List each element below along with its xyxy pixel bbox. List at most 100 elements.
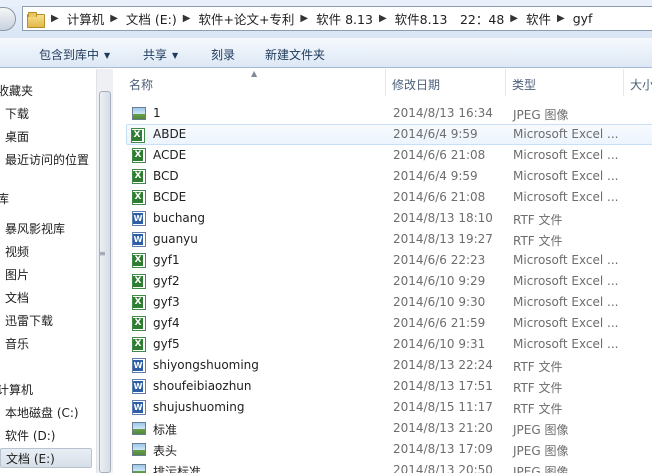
file-row[interactable]: gyf5 2014/6/10 9:31 Microsoft Excel ... [128, 334, 652, 355]
file-type: JPEG 图像 [513, 423, 569, 437]
burn-button[interactable]: 刻录 [211, 46, 235, 63]
file-row[interactable]: ABDE 2014/6/4 9:59 Microsoft Excel ... [126, 124, 652, 145]
breadcrumb-item[interactable]: gyf [573, 11, 593, 26]
rtf-icon [132, 358, 146, 373]
file-row[interactable]: BCD 2014/6/4 9:59 Microsoft Excel ... [128, 166, 652, 187]
folder-icon [27, 11, 45, 28]
breadcrumb-arrow-icon[interactable]: ▶ [110, 13, 118, 24]
file-name: BCD [153, 169, 179, 183]
include-in-library-label: 包含到库中 [39, 48, 100, 62]
nav-item[interactable]: 下载 [5, 105, 29, 122]
file-row[interactable]: ACDE 2014/6/6 21:08 Microsoft Excel ... [128, 145, 652, 166]
file-name: gyf4 [153, 316, 180, 330]
file-date: 2014/8/13 18:10 [393, 211, 493, 225]
breadcrumb-arrow-icon[interactable]: ▶ [557, 13, 565, 24]
nav-group-header[interactable]: 计算机 [0, 381, 33, 398]
nav-item[interactable]: 暴风影视库 [5, 220, 65, 237]
breadcrumb-arrow-icon[interactable]: ▶ [300, 13, 308, 24]
breadcrumb-item[interactable]: 软件8.13 22：48 [395, 9, 505, 28]
file-date: 2014/6/6 21:08 [393, 190, 486, 204]
excel-icon [132, 169, 146, 184]
nav-item[interactable]: 文档 [5, 289, 29, 306]
scrollbar-thumb[interactable] [99, 91, 111, 473]
column-size[interactable]: 大小 [630, 76, 652, 93]
file-type: Microsoft Excel ... [513, 295, 619, 309]
command-bar: 包含到库中 ▼ 共享 ▼ 刻录 新建文件夹 [0, 38, 652, 68]
nav-item[interactable]: 视频 [5, 243, 29, 260]
breadcrumb-item[interactable]: 计算机 [67, 9, 105, 28]
file-row[interactable]: 表头 2014/8/13 17:09 JPEG 图像 [128, 439, 652, 460]
nav-item[interactable]: 桌面 [5, 128, 29, 145]
file-name: gyf3 [153, 295, 180, 309]
column-divider[interactable] [385, 69, 386, 96]
file-row[interactable]: shujushuoming 2014/8/15 11:17 RTF 文件 [128, 397, 652, 418]
nav-item[interactable]: 音乐 [5, 335, 29, 352]
file-list: 1 2014/8/13 16:34 JPEG 图像 ABDE 2014/6/4 9:59… [114, 96, 652, 473]
file-type: RTF 文件 [513, 402, 563, 416]
breadcrumb-arrow-icon[interactable]: ▶ [510, 13, 518, 24]
file-name: shoufeibiaozhun [153, 379, 252, 393]
excel-icon [132, 337, 146, 352]
file-type: JPEG 图像 [513, 108, 569, 122]
column-divider[interactable] [623, 69, 624, 96]
file-row[interactable]: gyf1 2014/6/6 22:23 Microsoft Excel ... [128, 250, 652, 271]
breadcrumb-item[interactable]: 文档 (E:) [126, 9, 177, 28]
nav-item[interactable]: 图片 [5, 266, 29, 283]
excel-icon [131, 128, 145, 143]
column-date[interactable]: 修改日期 [392, 76, 440, 93]
file-date: 2014/8/13 19:27 [393, 232, 493, 246]
column-header-row: ▲ 名称 修改日期 类型 大小 [114, 69, 652, 96]
breadcrumb-arrow-icon[interactable]: ▶ [183, 13, 191, 24]
excel-icon [132, 316, 146, 331]
file-date: 2014/8/13 21:20 [393, 421, 493, 435]
column-divider[interactable] [505, 69, 506, 96]
file-row[interactable]: 排污标准 2014/8/13 20:50 JPEG 图像 [128, 460, 652, 473]
file-type: Microsoft Excel ... [513, 148, 619, 162]
file-type: RTF 文件 [513, 381, 563, 395]
column-type[interactable]: 类型 [512, 76, 536, 93]
file-row[interactable]: BCDE 2014/6/6 21:08 Microsoft Excel ... [128, 187, 652, 208]
navigation-scrollbar[interactable]: ≡ [96, 69, 113, 473]
include-in-library-button[interactable]: 包含到库中 ▼ [39, 46, 110, 63]
address-field[interactable]: ▶ 计算机 ▶ 文档 (E:) ▶ 软件+论文+专利 ▶ 软件 8.13 ▶ 软件8.13 22：… [22, 6, 652, 31]
nav-group-header[interactable]: 收藏夹 [0, 82, 33, 99]
breadcrumb: ▶ 计算机 ▶ 文档 (E:) ▶ 软件+论文+专利 ▶ 软件 8.13 ▶ 软件8.13 22：… [45, 9, 592, 28]
share-button[interactable]: 共享 ▼ [143, 46, 178, 63]
file-row[interactable]: 标准 2014/8/13 21:20 JPEG 图像 [128, 418, 652, 439]
breadcrumb-arrow-icon[interactable]: ▶ [379, 13, 387, 24]
back-button[interactable] [0, 7, 16, 31]
file-type: Microsoft Excel ... [513, 190, 619, 204]
sort-ascending-icon: ▲ [251, 69, 258, 78]
file-name: gyf1 [153, 253, 180, 267]
breadcrumb-arrow-icon[interactable]: ▶ [51, 13, 59, 24]
nav-item[interactable]: 迅雷下载 [5, 312, 53, 329]
nav-item[interactable]: 最近访问的位置 [5, 151, 89, 168]
nav-item[interactable]: 软件 (D:) [5, 427, 55, 444]
breadcrumb-item[interactable]: 软件 8.13 [316, 9, 373, 28]
file-date: 2014/6/10 9:31 [393, 337, 486, 351]
column-name[interactable]: 名称 [129, 76, 153, 93]
file-row[interactable]: 1 2014/8/13 16:34 JPEG 图像 [128, 103, 652, 124]
file-row[interactable]: gyf2 2014/6/10 9:29 Microsoft Excel ... [128, 271, 652, 292]
file-row[interactable]: buchang 2014/8/13 18:10 RTF 文件 [128, 208, 652, 229]
file-row[interactable]: shiyongshuoming 2014/8/13 22:24 RTF 文件 [128, 355, 652, 376]
nav-item[interactable]: 文档 (E:) [0, 448, 92, 468]
address-bar: ▶ 计算机 ▶ 文档 (E:) ▶ 软件+论文+专利 ▶ 软件 8.13 ▶ 软件8.13 22：… [0, 0, 652, 38]
jpeg-icon [132, 422, 146, 435]
file-type: Microsoft Excel ... [513, 169, 619, 183]
file-row[interactable]: shoufeibiaozhun 2014/8/13 17:51 RTF 文件 [128, 376, 652, 397]
new-folder-button[interactable]: 新建文件夹 [265, 46, 325, 63]
file-row[interactable]: gyf3 2014/6/10 9:30 Microsoft Excel ... [128, 292, 652, 313]
breadcrumb-item[interactable]: 软件 [526, 9, 551, 28]
file-row[interactable]: gyf4 2014/6/6 21:59 Microsoft Excel ... [128, 313, 652, 334]
file-date: 2014/6/4 9:59 [393, 169, 478, 183]
nav-item[interactable]: 本地磁盘 (C:) [5, 404, 79, 421]
file-row[interactable]: guanyu 2014/8/13 19:27 RTF 文件 [128, 229, 652, 250]
file-date: 2014/8/13 22:24 [393, 358, 493, 372]
breadcrumb-item[interactable]: 软件+论文+专利 [198, 9, 294, 28]
excel-icon [132, 295, 146, 310]
file-name: shujushuoming [153, 400, 245, 414]
share-label: 共享 [143, 48, 168, 62]
nav-group-header[interactable]: 库 [0, 190, 9, 207]
chevron-down-icon: ▼ [172, 51, 179, 60]
